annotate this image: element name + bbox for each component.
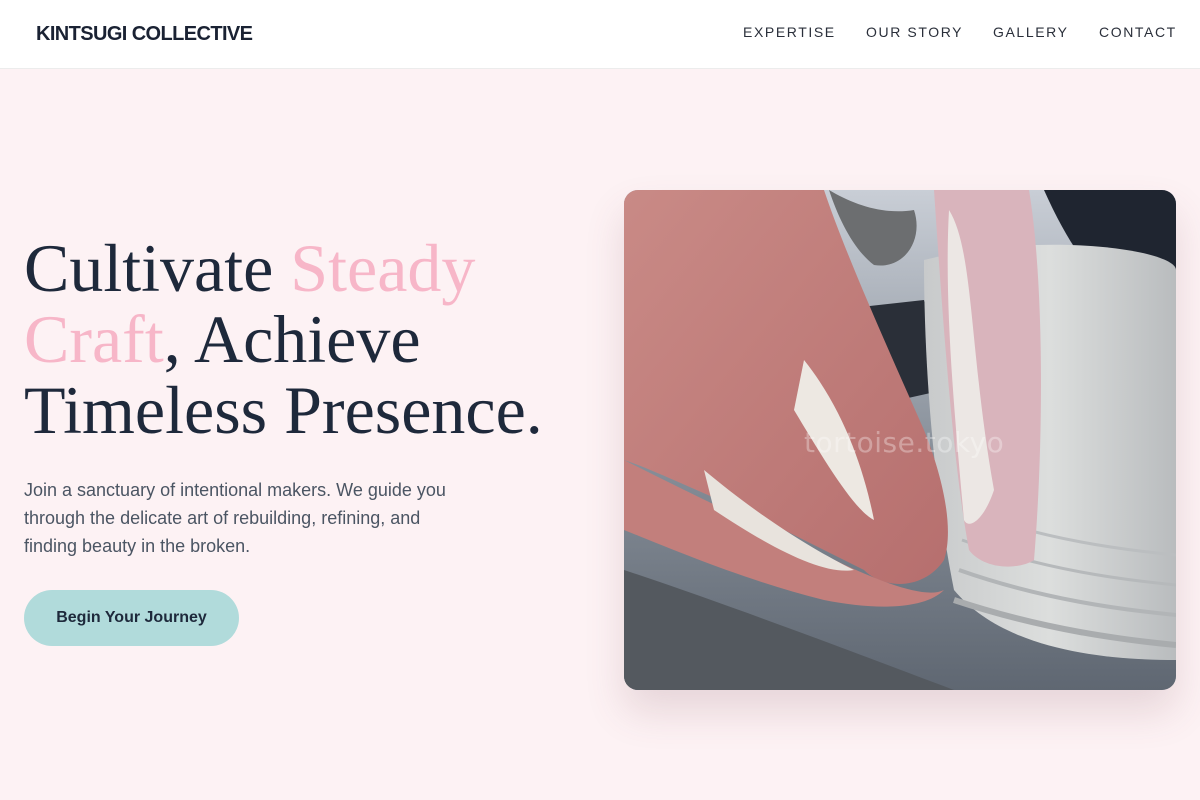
- hero-title-accent2: Craft: [24, 301, 164, 377]
- hero-title-part1: Cultivate: [24, 230, 291, 306]
- nav-link-gallery[interactable]: GALLERY: [993, 24, 1069, 40]
- hero-title: Cultivate Steady Craft, Achieve Timeless…: [24, 233, 604, 446]
- pottery-hands-illustration: tortoise.tokyo: [624, 190, 1176, 690]
- image-watermark: tortoise.tokyo: [804, 426, 1004, 459]
- site-header: KINTSUGI COLLECTIVE EXPERTISE OUR STORY …: [0, 0, 1200, 69]
- hero-title-accent1: Steady: [290, 230, 476, 306]
- nav-link-our-story[interactable]: OUR STORY: [866, 24, 963, 40]
- nav-link-expertise[interactable]: EXPERTISE: [743, 24, 836, 40]
- hero-image: tortoise.tokyo: [624, 190, 1176, 690]
- brand-logo[interactable]: KINTSUGI COLLECTIVE: [36, 23, 253, 46]
- hero-subtitle: Join a sanctuary of intentional makers. …: [24, 480, 446, 556]
- nav-link-contact[interactable]: CONTACT: [1099, 24, 1177, 40]
- begin-journey-button[interactable]: Begin Your Journey: [24, 590, 239, 646]
